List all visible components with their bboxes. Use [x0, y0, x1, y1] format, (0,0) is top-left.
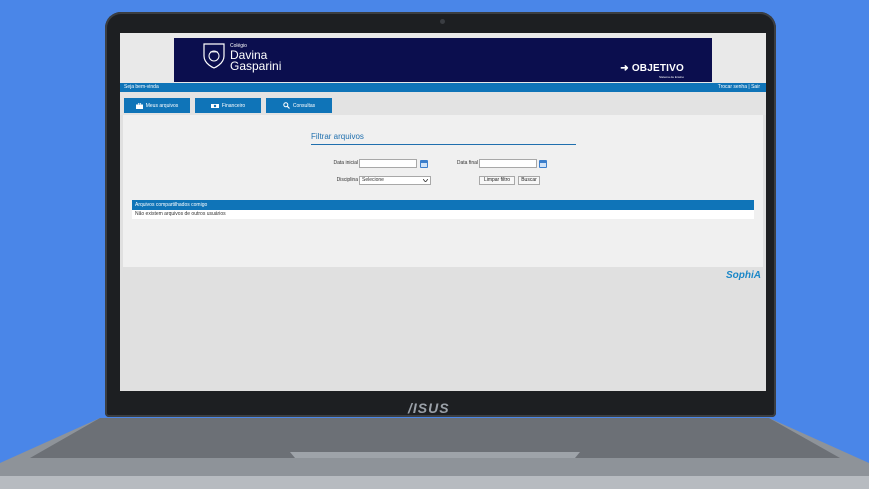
tab-meus-arquivos[interactable]: Meus arquivos [124, 98, 190, 113]
shared-files-empty-row: Não existem arquivos de outros usuários [132, 210, 754, 219]
search-button[interactable]: Buscar [518, 176, 540, 185]
header-band: Colégio Davina Gasparini ➜ OBJETIVO Sist… [120, 33, 766, 83]
school-name: Davina Gasparini [230, 49, 282, 73]
school-banner: Colégio Davina Gasparini ➜ OBJETIVO Sist… [174, 38, 712, 82]
tab-financeiro[interactable]: Financeiro [195, 98, 261, 113]
end-date-label: Data final [456, 160, 478, 166]
objetivo-sub: Sistema de Ensino [658, 75, 684, 79]
laptop-keyboard-base [0, 418, 869, 489]
briefcase-icon [135, 102, 143, 109]
tab-bar: Meus arquivos Financeiro Consultas [120, 92, 766, 115]
start-date-input[interactable] [359, 159, 417, 168]
chevron-down-icon [423, 179, 428, 182]
start-date-label: Data inicial [333, 160, 358, 166]
calendar-icon[interactable] [539, 160, 547, 168]
tab-label: Meus arquivos [145, 102, 179, 109]
tab-label: Financeiro [221, 102, 246, 109]
money-icon [210, 103, 219, 108]
filter-title: Filtrar arquivos [311, 132, 364, 141]
calendar-icon[interactable] [420, 160, 428, 168]
tab-consultas[interactable]: Consultas [266, 98, 332, 113]
link-separator: | [748, 84, 750, 90]
subject-selected-value: Selecione [362, 177, 384, 183]
sophia-logo: SophiA [726, 270, 761, 281]
asus-logo: /ISUS [408, 400, 450, 416]
filter-divider [311, 144, 576, 145]
welcome-text: Seja bem-vinda [124, 84, 159, 90]
logout-link[interactable]: Sair [751, 84, 760, 90]
objetivo-logo: ➜ OBJETIVO [620, 63, 684, 74]
school-crest-icon [203, 43, 225, 69]
school-name-line2: Gasparini [230, 59, 282, 73]
search-icon [283, 102, 290, 109]
subject-select[interactable]: Selecione [359, 176, 431, 185]
subject-label: Disciplina [336, 177, 358, 183]
tab-label: Consultas [292, 102, 316, 109]
change-password-link[interactable]: Trocar senha [718, 84, 747, 90]
screen: Colégio Davina Gasparini ➜ OBJETIVO Sist… [120, 33, 766, 391]
main-content: Filtrar arquivos Data inicial Data final… [123, 115, 763, 267]
shared-files-header: Arquivos compartilhados comigo [132, 200, 754, 210]
top-bar: Seja bem-vinda Trocar senha | Sair [120, 83, 766, 92]
end-date-input[interactable] [479, 159, 537, 168]
webcam [440, 19, 445, 24]
arrow-logo-icon: ➜ [620, 63, 632, 74]
account-links: Trocar senha | Sair [718, 83, 760, 92]
clear-filter-button[interactable]: Limpar filtro [479, 176, 515, 185]
